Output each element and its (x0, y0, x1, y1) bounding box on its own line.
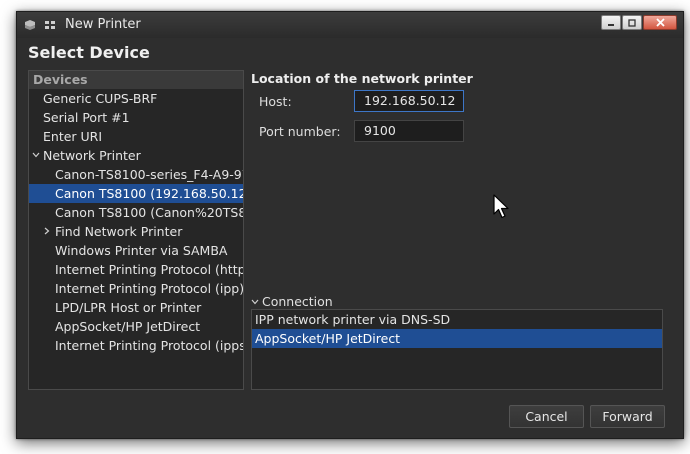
host-label: Host: (259, 94, 292, 109)
minimize-icon (608, 23, 614, 26)
chevron-down-icon (251, 299, 259, 305)
maximize-icon (628, 18, 636, 27)
port-input[interactable]: 9100 (354, 120, 464, 142)
grip-icon (45, 20, 55, 29)
connection-label: Connection (262, 294, 333, 309)
devices-header: Devices (29, 71, 243, 89)
device-item[interactable]: Internet Printing Protocol (https) (29, 260, 243, 279)
mouse-pointer-icon (493, 194, 509, 219)
new-printer-dialog: New Printer Select Device Devices Generi… (16, 11, 684, 439)
close-button[interactable] (643, 15, 677, 30)
device-item[interactable]: Serial Port #1 (29, 108, 243, 127)
chevron-right-icon[interactable] (44, 227, 50, 235)
cancel-button[interactable]: Cancel (509, 405, 584, 428)
device-item[interactable]: Canon TS8100 (Canon%20TS8100 (29, 203, 243, 222)
device-item[interactable]: Internet Printing Protocol (ipps) (29, 336, 243, 355)
device-item[interactable]: Enter URI (29, 127, 243, 146)
device-item[interactable]: Internet Printing Protocol (ipp) (29, 279, 243, 298)
port-label: Port number: (259, 124, 341, 139)
connection-list[interactable]: IPP network printer via DNS-SD AppSocket… (251, 309, 663, 390)
device-item[interactable]: AppSocket/HP JetDirect (29, 317, 243, 336)
title-bar[interactable]: New Printer (17, 12, 683, 38)
window-title: New Printer (65, 17, 141, 32)
device-item[interactable]: Canon-TS8100-series_F4-A9-97 (29, 165, 243, 184)
device-item-selected[interactable]: Canon TS8100 (192.168.50.12) (29, 184, 243, 203)
device-item[interactable]: Windows Printer via SAMBA (29, 241, 243, 260)
maximize-button[interactable] (622, 15, 642, 30)
location-section-title: Location of the network printer (251, 71, 473, 86)
window-menu-icon[interactable] (23, 18, 37, 32)
devices-tree[interactable]: Devices Generic CUPS-BRF Serial Port #1 … (28, 70, 244, 390)
connection-item-selected[interactable]: AppSocket/HP JetDirect (252, 329, 662, 348)
minimize-button[interactable] (601, 15, 621, 30)
device-item[interactable]: Generic CUPS-BRF (29, 89, 243, 108)
forward-button[interactable]: Forward (590, 405, 665, 428)
device-group-find-network-printer[interactable]: Find Network Printer (29, 222, 243, 241)
connection-expander[interactable]: Connection (251, 294, 333, 309)
connection-item[interactable]: IPP network printer via DNS-SD (252, 310, 662, 329)
device-item[interactable]: LPD/LPR Host or Printer (29, 298, 243, 317)
page-title: Select Device (28, 43, 150, 62)
close-icon (655, 18, 665, 27)
chevron-down-icon[interactable] (32, 152, 40, 158)
host-input[interactable]: 192.168.50.12 (354, 90, 464, 112)
device-group-network-printer[interactable]: Network Printer (29, 146, 243, 165)
